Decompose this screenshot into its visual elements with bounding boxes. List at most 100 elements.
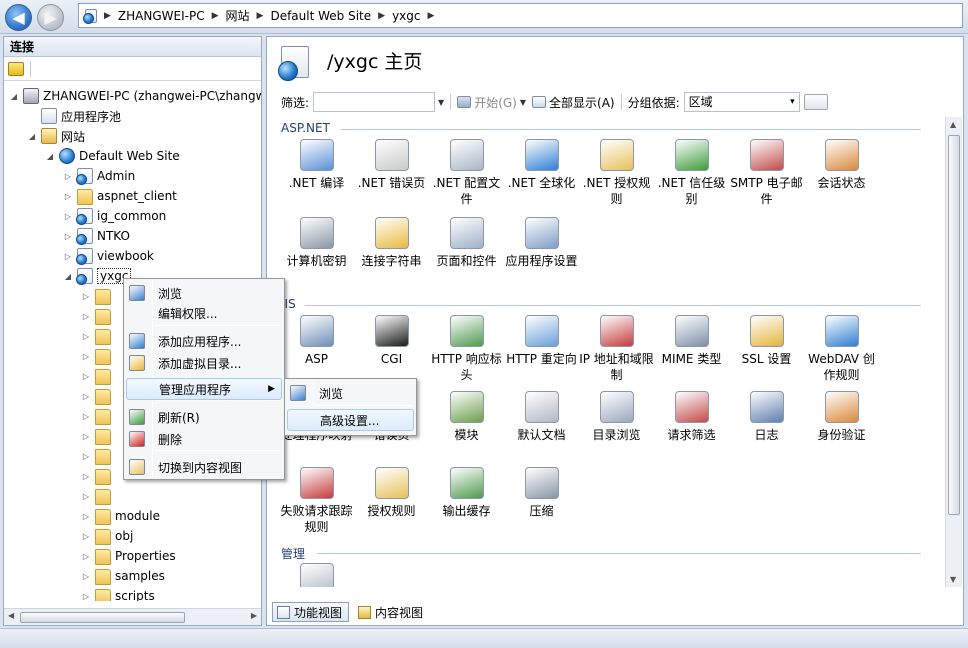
vertical-scrollbar[interactable]: ▲ ▼ [945,117,962,587]
collapse-arrow-icon[interactable]: ◢ [44,152,56,161]
feature-tile[interactable]: 默认文档 [504,389,579,463]
show-all-button[interactable]: 全部显示(A) [549,94,615,111]
delete-menu-item[interactable]: 删除 [126,428,282,450]
advanced-settings-menu-item[interactable]: 高级设置... [287,409,414,431]
breadcrumb-sites[interactable]: 网站 [226,7,250,24]
feature-tile[interactable]: 压缩 [504,465,579,539]
tree-node[interactable]: ▷ [80,426,115,446]
feature-tile[interactable]: 日志 [729,389,804,463]
tree-node[interactable]: ▷ [80,306,115,326]
tree-node[interactable]: ▷ Properties [80,546,176,566]
address-bar[interactable]: ▶ ZHANGWEI-PC ▶ 网站 ▶ Default Web Site ▶ … [78,3,963,28]
groupby-select[interactable]: 区域 [683,92,800,112]
feature-tile[interactable]: CGI [354,313,429,387]
scroll-down-icon[interactable]: ▼ [950,575,956,584]
scrollbar-thumb[interactable] [20,612,185,623]
feature-tile[interactable]: .NET 授权规则 [579,137,654,211]
tree-node[interactable]: ▷ samples [80,566,165,586]
expand-arrow-icon[interactable]: ▷ [62,252,74,261]
feature-tile[interactable]: .NET 配置文件 [429,137,504,211]
tree-node[interactable]: ◢ yxgc [62,266,132,286]
tree-node[interactable]: ▷ [80,406,115,426]
scroll-up-icon[interactable]: ▲ [950,120,956,129]
tree-node[interactable]: ▷ obj [80,526,133,546]
tree-node[interactable]: ◢ ZHANGWEI-PC (zhangwei-PC\zhangw [8,86,261,106]
feature-tile[interactable]: SSL 设置 [729,313,804,387]
feature-tile[interactable]: SMTP 电子邮件 [729,137,804,211]
expand-arrow-icon[interactable]: ▷ [80,312,92,321]
expand-arrow-icon[interactable]: ▷ [80,532,92,541]
expand-arrow-icon[interactable]: ▷ [80,292,92,301]
tree-node[interactable]: ▷ [80,446,115,466]
back-button[interactable]: ◀ [5,4,32,31]
expand-arrow-icon[interactable]: ▷ [80,372,92,381]
feature-tile[interactable]: ASP [279,313,354,387]
expand-arrow-icon[interactable]: ▷ [80,452,92,461]
feature-tile[interactable]: HTTP 重定向 [504,313,579,387]
expand-arrow-icon[interactable]: ▷ [80,412,92,421]
scroll-right-icon[interactable]: ▶ [251,611,257,620]
add-application-menu-item[interactable]: 添加应用程序... [126,330,282,352]
tree-node[interactable]: ▷ [80,346,115,366]
feature-tile[interactable]: 会话状态 [804,137,879,211]
tree-node[interactable]: ▷ viewbook [62,246,154,266]
features-view-tab[interactable]: 功能视图 [272,602,350,622]
collapse-arrow-icon[interactable]: ◢ [26,132,38,141]
browse-menu-item[interactable]: 浏览 [126,282,282,304]
feature-tile[interactable]: 目录浏览 [579,389,654,463]
expand-arrow-icon[interactable]: ▷ [80,512,92,521]
feature-tile[interactable]: HTTP 响应标头 [429,313,504,387]
feature-tile[interactable]: .NET 信任级别 [654,137,729,211]
manage-application-menu-item[interactable]: 管理应用程序 ▶ [126,378,282,400]
tree-node[interactable]: ▷ scripts [80,586,155,601]
tree-node[interactable]: ▷ Admin [62,166,135,186]
view-mode-button[interactable] [803,94,828,110]
expand-arrow-icon[interactable]: ▷ [62,232,74,241]
feature-tile[interactable]: 模块 [429,389,504,463]
filter-input[interactable] [313,92,436,112]
tree-node[interactable]: ◢ Default Web Site [44,146,180,166]
feature-tile[interactable]: 请求筛选 [654,389,729,463]
feature-tile[interactable]: .NET 编译 [279,137,354,211]
breadcrumb-site[interactable]: Default Web Site [270,9,371,23]
feature-tile[interactable]: IP 地址和域限制 [579,313,654,387]
tree-node[interactable]: ▷ ig_common [62,206,166,226]
feature-tile[interactable]: .NET 全球化 [504,137,579,211]
expand-arrow-icon[interactable]: ▷ [80,572,92,581]
tree-node[interactable]: ▷ [80,386,115,406]
expand-arrow-icon[interactable]: ▷ [80,352,92,361]
horizontal-scrollbar[interactable]: ◀ ▶ [4,608,261,625]
collapse-arrow-icon[interactable]: ◢ [62,272,74,281]
breadcrumb-app[interactable]: yxgc [392,9,420,23]
expand-arrow-icon[interactable]: ▷ [80,332,92,341]
feature-tile[interactable]: MIME 类型 [654,313,729,387]
submenu-browse-item[interactable]: 浏览 [287,382,414,404]
expand-arrow-icon[interactable]: ▷ [80,392,92,401]
feature-tile[interactable]: 计算机密钥 [279,215,354,289]
feature-tile[interactable]: 页面和控件 [429,215,504,289]
expand-arrow-icon[interactable]: ▷ [80,492,92,501]
expand-arrow-icon[interactable]: ▷ [62,192,74,201]
tree-node[interactable]: ▷ NTKO [62,226,130,246]
expand-arrow-icon[interactable]: ▷ [62,212,74,221]
tree-node[interactable]: 应用程序池 [26,106,121,126]
tree-node[interactable]: ▷ [80,486,115,506]
feature-tile[interactable] [279,561,354,587]
forward-button[interactable]: ▶ [37,4,64,31]
tree-node[interactable]: ◢ 网站 [26,126,85,146]
expand-arrow-icon[interactable]: ▷ [62,172,74,181]
tree-node[interactable]: ▷ aspnet_client [62,186,177,206]
expand-arrow-icon[interactable]: ▷ [80,552,92,561]
tree-node[interactable]: ▷ [80,286,115,306]
feature-tile[interactable]: 失败请求跟踪规则 [279,465,354,539]
expand-arrow-icon[interactable]: ▷ [80,592,92,601]
scrollbar-thumb[interactable] [948,135,960,515]
edit-permissions-menu-item[interactable]: 编辑权限... [126,302,282,324]
feature-tile[interactable]: 应用程序设置 [504,215,579,289]
refresh-menu-item[interactable]: 刷新(R) [126,406,282,428]
feature-tile[interactable]: 身份验证 [804,389,879,463]
feature-tile[interactable]: .NET 错误页 [354,137,429,211]
scroll-left-icon[interactable]: ◀ [8,611,14,620]
collapse-arrow-icon[interactable]: ◢ [8,92,20,101]
feature-tile[interactable]: 连接字符串 [354,215,429,289]
